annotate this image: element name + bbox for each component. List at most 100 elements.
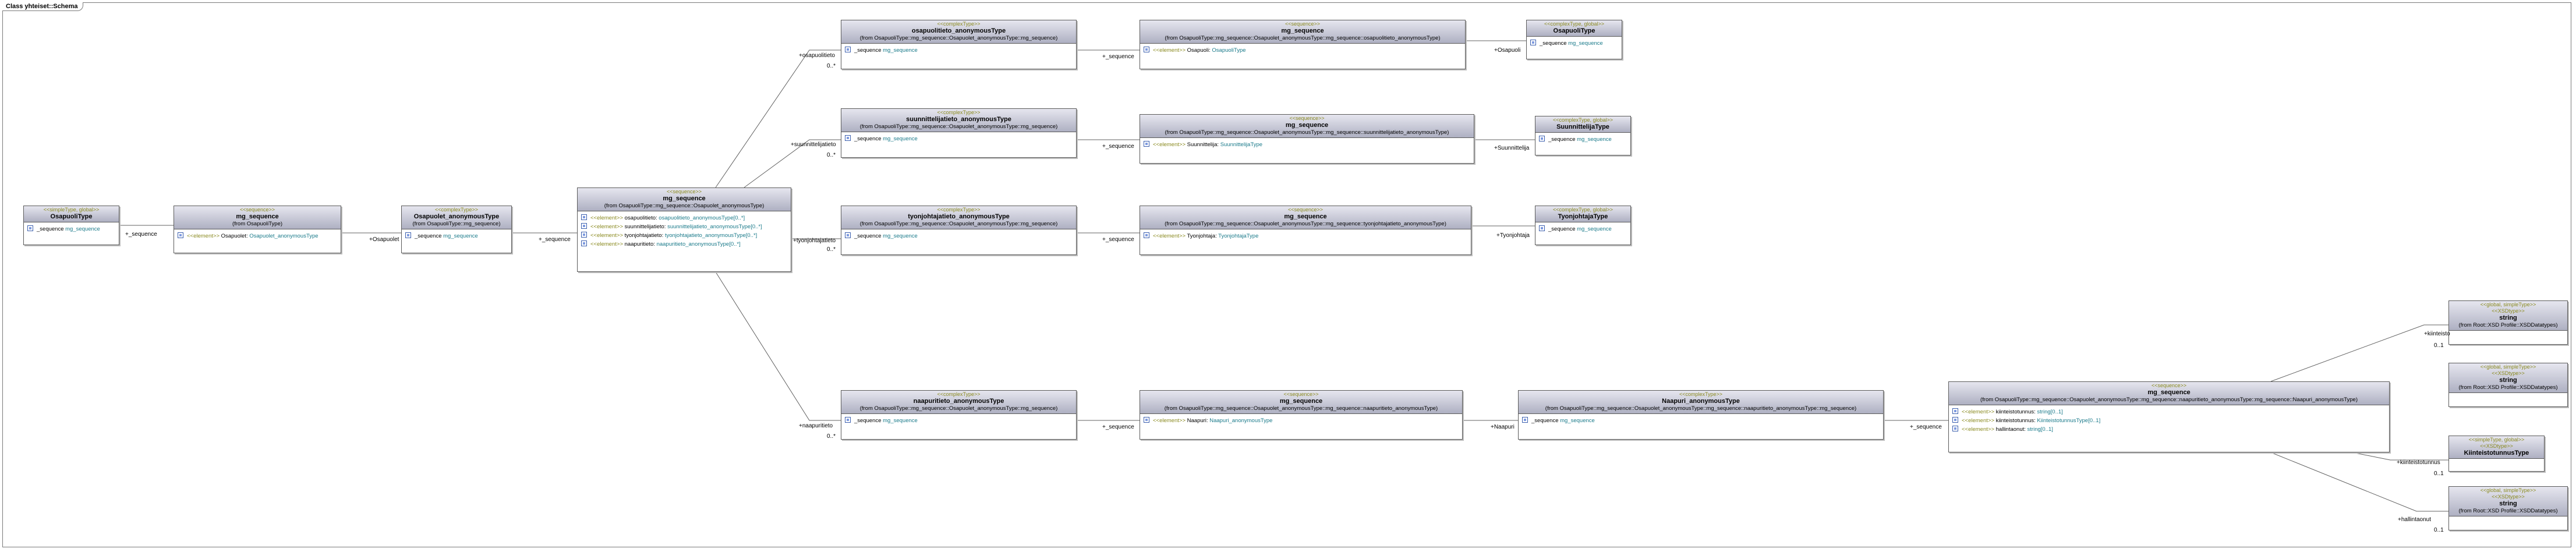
class-header: <<global, simpleType>> <<XSDtype>> string(… bbox=[2449, 301, 2567, 331]
class-box-string3[interactable]: <<global, simpleType>> <<XSDtype>> string(… bbox=[2448, 486, 2568, 530]
attribute-row[interactable]: <<element>> Naapuri: Naapuri_anonymousTy… bbox=[1140, 416, 1462, 425]
attribute-row[interactable]: <<element>> Tyonjohtaja: TyonjohtajaType bbox=[1140, 232, 1471, 240]
attribute-list: _sequence mg_sequence bbox=[841, 229, 1076, 242]
attribute-row[interactable]: _sequence mg_sequence bbox=[1527, 39, 1622, 48]
attribute-row[interactable]: _sequence mg_sequence bbox=[402, 232, 511, 240]
stereotype-label: <<complexType, global>> bbox=[1552, 207, 1613, 213]
attribute-row[interactable]: _sequence mg_sequence bbox=[841, 46, 1076, 55]
stereotype-label: <<complexType>> bbox=[937, 21, 981, 27]
class-box-suunnittelijatieto-anon[interactable]: <<complexType>> suunnittelijatieto_anonym… bbox=[841, 108, 1077, 158]
attribute-type: mg_sequence bbox=[883, 47, 918, 54]
attribute-list bbox=[2449, 459, 2544, 463]
class-box-seq-naapuri[interactable]: <<sequence>> mg_sequence (from OsapuoliTyp… bbox=[1140, 390, 1463, 440]
attribute-name: Tyonjohtaja bbox=[1187, 233, 1216, 239]
class-namespace: (from OsapuoliType::mg_sequence::Osapuol… bbox=[1164, 405, 1438, 412]
attribute-icon bbox=[1144, 47, 1149, 53]
class-header: <<complexType>> Naapuri_anonymousType (fro… bbox=[1519, 391, 1883, 414]
attribute-icon bbox=[581, 240, 587, 247]
class-box-osapuolitype[interactable]: <<simpleType, global>> OsapuoliType _seque… bbox=[23, 206, 119, 245]
association-multiplicity-label: 0..1 bbox=[2434, 527, 2444, 533]
attribute-row[interactable]: <<element>> Suunnittelija: Suunnittelija… bbox=[1140, 140, 1474, 149]
class-header: <<complexType, global>> SuunnittelijaType bbox=[1535, 116, 1630, 133]
stereotype-label: <<global, simpleType>> bbox=[2480, 487, 2536, 493]
attribute-row[interactable]: <<element>> naapuritieto: naapuritieto_a… bbox=[578, 240, 791, 249]
class-box-seq-tyonjohtaja[interactable]: <<sequence>> mg_sequence (from OsapuoliTyp… bbox=[1140, 206, 1471, 255]
class-namespace: (from OsapuoliType::mg_sequence::Osapuol… bbox=[1980, 397, 2358, 403]
stereotype-label: <<global, simpleType>> bbox=[2480, 302, 2536, 307]
class-box-seq-suunnittelija[interactable]: <<sequence>> mg_sequence (from OsapuoliTyp… bbox=[1140, 114, 1474, 164]
class-header: <<sequence>> mg_sequence (from OsapuoliTyp… bbox=[578, 188, 791, 211]
attribute-row[interactable]: <<element>> suunnittelijatieto: suunnitt… bbox=[578, 222, 791, 231]
class-box-kiinteistotunnus-type[interactable]: <<simpleType, global>> <<XSDtype>> Kiintei… bbox=[2448, 436, 2545, 472]
association-role-label: +naapuritieto bbox=[799, 423, 833, 429]
class-box-string1[interactable]: <<global, simpleType>> <<XSDtype>> string(… bbox=[2448, 300, 2568, 345]
attribute-row[interactable]: _sequence mg_sequence bbox=[24, 225, 119, 233]
class-box-seq-osapuoli[interactable]: <<sequence>> mg_sequence (from OsapuoliTyp… bbox=[1140, 20, 1466, 69]
attribute-icon bbox=[27, 225, 33, 232]
attribute-list: <<element>> Naapuri: Naapuri_anonymousTy… bbox=[1140, 414, 1462, 427]
attribute-row[interactable]: <<element>> Osapuoli: OsapuoliType bbox=[1140, 46, 1465, 55]
attribute-type: mg_sequence bbox=[1568, 40, 1603, 47]
attribute-list: _sequence mg_sequence bbox=[1527, 37, 1622, 49]
class-box-osapuolitieto-anon[interactable]: <<complexType>> osapuolitieto_anonymousTy… bbox=[841, 20, 1077, 69]
stereotype-label: <<sequence>> bbox=[239, 207, 275, 213]
attribute-prefix: _sequence bbox=[1548, 136, 1576, 143]
association-multiplicity-label: 0..* bbox=[827, 246, 836, 253]
class-box-naapuri-anon[interactable]: <<complexType>> Naapuri_anonymousType (fro… bbox=[1518, 390, 1884, 440]
attribute-prefix: _sequence bbox=[854, 136, 882, 142]
stereotype-label: <<complexType, global>> bbox=[1544, 21, 1605, 27]
attribute-prefix: <<element>> bbox=[1153, 47, 1186, 54]
association-role-label: +hallintaonut bbox=[2398, 516, 2431, 523]
attribute-icon bbox=[845, 232, 851, 239]
class-header: <<complexType>> naapuritieto_anonymousTyp… bbox=[841, 391, 1076, 414]
class-box-tyonjohtajatieto-anon[interactable]: <<complexType>> tyonjohtajatieto_anonymou… bbox=[841, 206, 1077, 255]
attribute-row[interactable]: _sequence mg_sequence bbox=[841, 416, 1076, 425]
association-role-label: +_sequence bbox=[539, 236, 571, 243]
attribute-type: OsapuoliType bbox=[1212, 47, 1246, 54]
class-box-naapuritieto-anon[interactable]: <<complexType>> naapuritieto_anonymousTyp… bbox=[841, 390, 1077, 440]
association-role-label: +Naapuri bbox=[1491, 424, 1515, 430]
attribute-row[interactable]: <<element>> osapuolitieto: osapuolitieto… bbox=[578, 214, 791, 222]
class-namespace: (from OsapuoliType::mg_sequence::Osapuol… bbox=[859, 35, 1058, 41]
attribute-row[interactable]: <<element>> kiinteistotunnus: Kiinteisto… bbox=[1949, 416, 2389, 425]
stereotype-label: <<complexType>> bbox=[937, 109, 981, 115]
association-role-label: +_sequence bbox=[125, 231, 157, 238]
attribute-list: _sequence mg_sequence bbox=[1535, 222, 1630, 235]
attribute-row[interactable]: _sequence mg_sequence bbox=[841, 232, 1076, 240]
attribute-type: mg_sequence bbox=[1560, 417, 1595, 424]
class-box-tyonjohtaja-type[interactable]: <<complexType, global>> TyonjohtajaType _s… bbox=[1535, 206, 1631, 245]
attribute-row[interactable]: <<element>> Osapuolet: Osapuolet_anonymo… bbox=[174, 232, 341, 240]
attribute-row[interactable]: <<element>> hallintaonut: string[0..1] bbox=[1949, 425, 2389, 434]
class-box-osapuoli-type[interactable]: <<complexType, global>> OsapuoliType _sequ… bbox=[1526, 20, 1622, 59]
attribute-multiplicity: [0..1] bbox=[2050, 409, 2063, 415]
attribute-row[interactable]: _sequence mg_sequence bbox=[1535, 225, 1630, 233]
class-box-seq-main[interactable]: <<sequence>> mg_sequence (from OsapuoliTyp… bbox=[577, 187, 791, 272]
association-role-label: +osapuolitieto bbox=[799, 52, 835, 59]
attribute-row[interactable]: <<element>> kiinteistotunnus: string[0..… bbox=[1949, 408, 2389, 416]
class-box-seq-naapuri-inner[interactable]: <<sequence>> mg_sequence (from OsapuoliTyp… bbox=[1948, 381, 2390, 452]
stereotype-label: <<sequence>> bbox=[1285, 21, 1321, 27]
association-multiplicity-label: 0..* bbox=[827, 152, 836, 158]
class-box-osapuolet-anon[interactable]: <<complexType>> Osapuolet_anonymousType (f… bbox=[401, 206, 512, 253]
attribute-prefix: <<element>> bbox=[1962, 409, 1994, 415]
association-role-label: +_sequence bbox=[1910, 424, 1942, 430]
class-name: osapuolitieto_anonymousType bbox=[911, 27, 1006, 34]
association-role-label: +tyonjohtajatieto bbox=[793, 238, 836, 244]
association-role-label: +Tyonjohtaja bbox=[1496, 232, 1530, 239]
attribute-row[interactable]: _sequence mg_sequence bbox=[841, 135, 1076, 143]
attribute-row[interactable]: _sequence mg_sequence bbox=[1519, 416, 1883, 425]
class-namespace: (from OsapuoliType::mg_sequence::Osapuol… bbox=[859, 221, 1058, 227]
association-role-label: +kiinteistotunnus bbox=[2397, 459, 2440, 466]
class-header: <<sequence>> mg_sequence (from OsapuoliTyp… bbox=[1949, 382, 2389, 405]
class-box-seq-top[interactable]: <<sequence>> mg_sequence (from OsapuoliTyp… bbox=[174, 206, 341, 253]
class-namespace: (from OsapuoliType::mg_sequence::Osapuol… bbox=[1165, 35, 1441, 41]
attribute-name: naapuritieto bbox=[624, 241, 654, 247]
class-box-suunnittelija-type[interactable]: <<complexType, global>> SuunnittelijaType… bbox=[1535, 116, 1631, 155]
class-box-string2[interactable]: <<global, simpleType>> <<XSDtype>> string(… bbox=[2448, 363, 2568, 407]
association-role-label: +_sequence bbox=[1102, 236, 1134, 243]
attribute-icon bbox=[1952, 426, 1958, 432]
attribute-icon bbox=[845, 47, 851, 53]
attribute-row[interactable]: _sequence mg_sequence bbox=[1535, 135, 1630, 144]
attribute-row[interactable]: <<element>> tyonjohtajatieto: tyonjohtaj… bbox=[578, 231, 791, 240]
class-name: mg_sequence bbox=[1281, 27, 1324, 34]
